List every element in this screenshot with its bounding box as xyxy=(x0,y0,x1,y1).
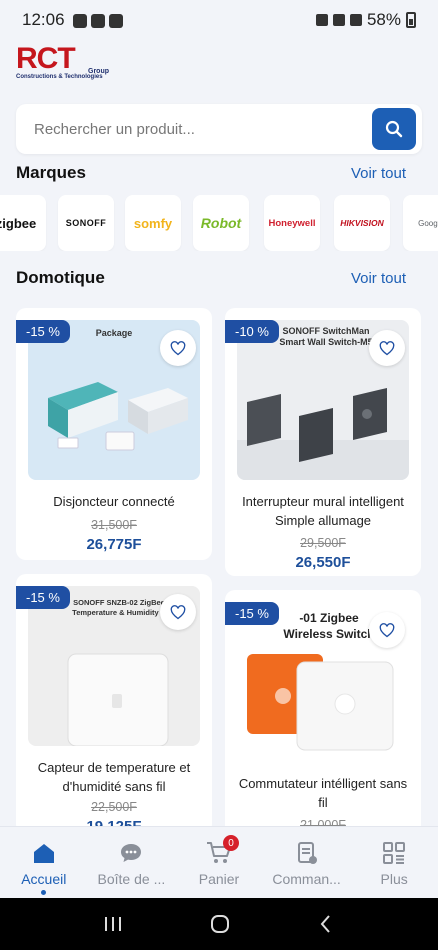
grid-icon xyxy=(383,842,406,864)
brands-header: Marques Voir tout xyxy=(16,163,406,183)
brand-sonoff[interactable]: SONOFF xyxy=(58,195,114,251)
heart-icon xyxy=(170,340,186,355)
chat-icon xyxy=(121,844,142,862)
active-indicator xyxy=(41,890,47,895)
heart-icon xyxy=(170,604,186,619)
heart-icon xyxy=(379,622,395,637)
old-price: 31,500F xyxy=(91,518,137,532)
brand-honeywell[interactable]: Honeywell xyxy=(264,195,320,251)
nav-cart[interactable]: 0 Panier xyxy=(175,827,263,898)
domotique-header: Domotique Voir tout xyxy=(16,268,406,288)
product-name: Interrupteur mural intelligent Simple al… xyxy=(242,494,404,528)
recent-apps-icon[interactable] xyxy=(102,914,124,934)
system-navigation-bar xyxy=(0,898,438,950)
product-name: Disjoncteur connecté xyxy=(53,494,175,509)
brands-see-all-link[interactable]: Voir tout xyxy=(351,165,406,182)
signal-icon xyxy=(349,14,362,26)
cart-count-badge: 0 xyxy=(222,835,239,851)
discount-badge: -15 % xyxy=(16,320,70,343)
nav-inbox[interactable]: Boîte de ... xyxy=(88,827,176,898)
discount-badge: -15 % xyxy=(225,602,279,625)
brand-label: HIKVISION xyxy=(340,218,384,228)
nav-orders-label: Comman... xyxy=(272,871,341,887)
product-card[interactable]: -15 % -01 Zigbee Wireless Switch Commuta… xyxy=(225,590,421,840)
product-name: Commutateur intélligent sans fil xyxy=(238,776,408,810)
domotique-see-all-link[interactable]: Voir tout xyxy=(351,270,406,287)
system-indicators: 58% xyxy=(315,10,416,30)
brands-title: Marques xyxy=(16,163,86,182)
current-price: 26,775F xyxy=(86,536,142,553)
status-bar: 12:06 58% xyxy=(0,0,438,40)
old-price: 22,500F xyxy=(91,800,137,814)
home-icon xyxy=(33,844,54,863)
old-price: 29,500F xyxy=(300,536,346,550)
brand-hikvision[interactable]: HIKVISION xyxy=(334,195,390,251)
nav-home[interactable]: Accueil xyxy=(0,827,88,898)
orders-icon xyxy=(297,842,317,864)
brand-zigbee[interactable]: zigbee xyxy=(0,195,46,251)
brand-label: zigbee xyxy=(0,215,37,231)
product-card[interactable]: -15 % SONOFF SNZB-02 ZigBee Temperature … xyxy=(16,574,212,834)
brand-label: somfy xyxy=(133,215,173,231)
brand-label: Robot xyxy=(200,215,242,231)
favorite-button[interactable] xyxy=(160,594,196,630)
discount-badge: -15 % xyxy=(16,586,70,609)
brand-robot[interactable]: Robot xyxy=(193,195,249,251)
brand-google[interactable]: Google xyxy=(403,195,438,251)
search-input[interactable] xyxy=(16,104,356,154)
product-card[interactable]: -10 % SONOFF SwitchMan Smart Wall Switch… xyxy=(225,308,421,576)
search-bar xyxy=(16,104,422,154)
brands-carousel[interactable]: zigbee SONOFF somfy Robot Honeywell HIKV… xyxy=(0,195,438,251)
nav-inbox-label: Boîte de ... xyxy=(97,871,166,887)
nav-orders[interactable]: Comman... xyxy=(263,827,351,898)
discount-badge: -10 % xyxy=(225,320,279,343)
status-time: 12:06 xyxy=(22,10,65,29)
alarm-icon xyxy=(315,14,328,26)
bluetooth-icon xyxy=(332,14,345,26)
battery-percent: 58% xyxy=(366,10,401,29)
favorite-button[interactable] xyxy=(160,330,196,366)
nav-cart-label: Panier xyxy=(198,871,240,887)
notification-icons xyxy=(72,10,127,30)
heart-icon xyxy=(379,340,395,355)
bottom-navigation: Accueil Boîte de ... 0 Panier Comman... … xyxy=(0,826,438,898)
product-name: Capteur de temperature et d'humidité san… xyxy=(37,760,191,794)
favorite-button[interactable] xyxy=(369,612,405,648)
product-card[interactable]: -15 % Package Disjoncteur connecté 31,50… xyxy=(16,308,212,560)
back-icon[interactable] xyxy=(316,913,336,935)
rct-logo[interactable]: RCT Group Constructions & Technologies xyxy=(16,44,112,84)
brand-label: SONOFF xyxy=(65,218,107,228)
brand-label: Google xyxy=(418,218,438,228)
nav-home-label: Accueil xyxy=(21,871,67,887)
search-button[interactable] xyxy=(372,108,416,150)
logo-group: Group xyxy=(88,68,109,75)
nav-more-label: Plus xyxy=(380,871,408,887)
search-icon xyxy=(385,120,403,138)
battery-icon xyxy=(406,12,416,28)
favorite-button[interactable] xyxy=(369,330,405,366)
nav-more[interactable]: Plus xyxy=(350,827,438,898)
current-price: 26,550F xyxy=(295,554,351,571)
domotique-title: Domotique xyxy=(16,268,105,287)
home-button-icon[interactable] xyxy=(209,913,231,935)
brand-label: Honeywell xyxy=(268,217,316,229)
brand-somfy[interactable]: somfy xyxy=(125,195,181,251)
